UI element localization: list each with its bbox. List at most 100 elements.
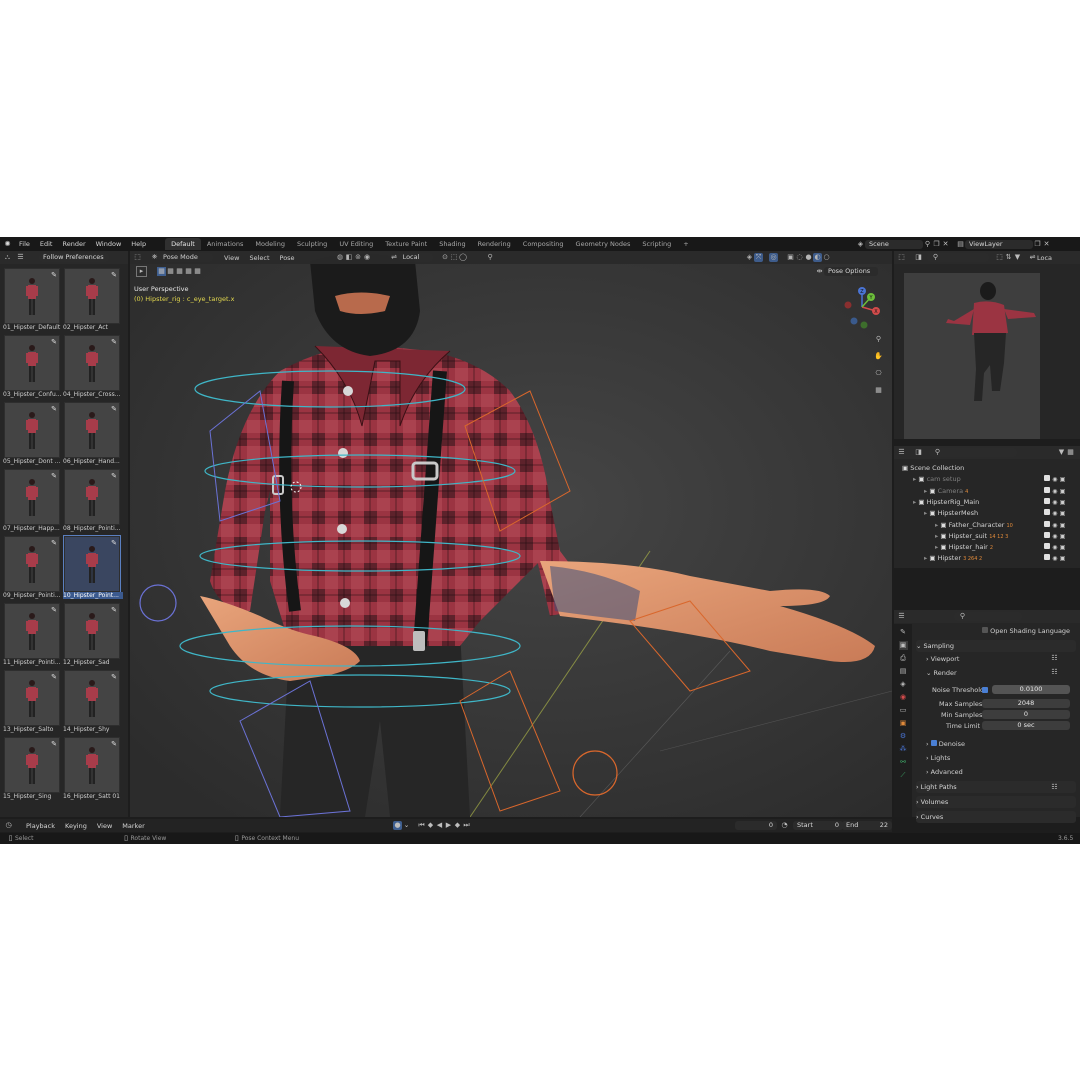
pin-icon[interactable]: ⚲: [923, 240, 932, 249]
close-scene-icon[interactable]: ✕: [941, 240, 950, 249]
viewport-subsection[interactable]: › Viewport: [926, 655, 959, 663]
outliner-row[interactable]: ▸ ▣ Camera 4: [924, 487, 968, 495]
select-mode-invert-icon[interactable]: ▦: [184, 267, 193, 276]
curves-section[interactable]: › Curves: [916, 811, 1076, 823]
eye-icon[interactable]: ◉: [1052, 544, 1057, 551]
orientation-dropdown[interactable]: Local: [398, 253, 433, 262]
mode-dropdown[interactable]: Pose Mode: [159, 253, 213, 262]
osl-checkbox[interactable]: [982, 627, 988, 633]
3d-viewport[interactable]: ⬚ ⛯ Pose Mode View Select Pose ◍ ◧ ⊚ ◉ ⇌ L…: [130, 251, 892, 817]
cage-icon[interactable]: ⊚: [354, 253, 363, 262]
filter-icon[interactable]: ⚲: [486, 253, 495, 262]
asset-thumbnail[interactable]: ✎: [64, 402, 120, 458]
viewport-menu-pose[interactable]: Pose: [275, 254, 300, 262]
eye-icon[interactable]: ◉: [1052, 499, 1057, 506]
workspace-tab-compositing[interactable]: Compositing: [517, 238, 570, 250]
outliner-row[interactable]: ▸ ▣ Father_Character 10: [935, 521, 1013, 529]
play-reverse-icon[interactable]: ◀: [435, 821, 444, 830]
asset-thumbnail[interactable]: ✎: [4, 268, 60, 324]
camera-render-icon[interactable]: ▣: [1060, 555, 1066, 562]
display-mode-icon[interactable]: ◨: [914, 448, 923, 457]
eye-icon[interactable]: ◉: [1052, 533, 1057, 540]
particles-tab-icon[interactable]: ⁂: [899, 745, 908, 754]
workspace-tab-scripting[interactable]: Scripting: [636, 238, 677, 250]
asset-thumbnail[interactable]: ✎: [63, 535, 121, 593]
physics-tab-icon[interactable]: ⚯: [899, 758, 908, 767]
exclude-checkbox[interactable]: [1044, 475, 1050, 482]
pose-options-button[interactable]: Pose Options: [824, 267, 878, 276]
asset-thumbnail[interactable]: ✎: [4, 737, 60, 793]
asset-thumbnail[interactable]: ✎: [64, 603, 120, 659]
camera-render-icon[interactable]: ▣: [1060, 522, 1066, 529]
material-shading-icon[interactable]: ◐: [813, 253, 822, 262]
modifier-tab-icon[interactable]: ⚙: [899, 732, 908, 741]
object-tab-icon[interactable]: ▣: [899, 719, 908, 728]
time-limit-field[interactable]: 0 sec: [982, 721, 1070, 730]
editor-type-icon[interactable]: ⛬: [3, 253, 12, 262]
local-icon[interactable]: ⇌: [390, 253, 399, 262]
mirror-icon[interactable]: ⇹: [815, 267, 824, 276]
tool-select-icon[interactable]: ▸: [136, 266, 147, 277]
exclude-checkbox[interactable]: [1044, 554, 1050, 561]
menu-edit[interactable]: Edit: [35, 240, 58, 248]
transform-icon[interactable]: ◧: [345, 253, 354, 262]
keyframe-options-icon[interactable]: ⌄: [402, 821, 411, 830]
timeline-editor-icon[interactable]: ◷: [4, 821, 13, 830]
asset-thumbnail[interactable]: ✎: [4, 603, 60, 659]
editor-type-icon[interactable]: ☰: [897, 448, 906, 457]
menu-window[interactable]: Window: [91, 240, 127, 248]
view-layer-field[interactable]: ViewLayer: [965, 239, 1033, 249]
properties-search[interactable]: ⚲: [954, 612, 1022, 621]
workspace-tab-shading[interactable]: Shading: [433, 238, 471, 250]
camera-render-icon[interactable]: ▣: [1060, 533, 1066, 540]
scene-tab-icon[interactable]: ◈: [899, 680, 908, 689]
copy-layer-icon[interactable]: ❐: [1033, 240, 1042, 249]
next-keyframe-icon[interactable]: ◆: [453, 821, 462, 830]
outliner-row[interactable]: ▸ ▣ HipsterMesh: [924, 509, 978, 517]
sampling-section[interactable]: ⌄ Sampling: [916, 640, 1076, 652]
sort-icon[interactable]: ⇅: [1004, 253, 1013, 262]
exclude-checkbox[interactable]: [1044, 509, 1050, 516]
asset-thumbnail[interactable]: ✎: [64, 737, 120, 793]
outliner-row[interactable]: ▸ ▣ Hipster 3 264 2: [924, 554, 982, 562]
ortho-grid-icon[interactable]: ▦: [874, 386, 883, 395]
view-layer-tab-icon[interactable]: ▤: [899, 667, 908, 676]
mode-icon[interactable]: ⛯: [150, 253, 159, 262]
advanced-subsection[interactable]: › Advanced: [926, 768, 963, 776]
bone-tab-icon[interactable]: ⟋: [899, 771, 908, 780]
copy-scene-icon[interactable]: ❐: [932, 240, 941, 249]
hamburger-icon[interactable]: ☰: [16, 253, 25, 262]
exclude-checkbox[interactable]: [1044, 486, 1050, 493]
min-samples-field[interactable]: 0: [982, 710, 1070, 719]
editor-type-icon[interactable]: ⬚: [897, 253, 906, 262]
visibility-icon[interactable]: ◈: [745, 253, 754, 262]
solid-shading-icon[interactable]: ●: [804, 253, 813, 262]
volumes-section[interactable]: › Volumes: [916, 796, 1076, 808]
select-mode-extend-icon[interactable]: ▦: [166, 267, 175, 276]
asset-thumbnail[interactable]: ✎: [64, 335, 120, 391]
jump-end-icon[interactable]: ⏭: [462, 821, 471, 830]
asset-thumbnail[interactable]: ✎: [64, 268, 120, 324]
overlay-icon[interactable]: ◎: [769, 253, 778, 262]
camera-render-icon[interactable]: ▣: [1060, 488, 1066, 495]
current-frame-field[interactable]: 0: [735, 821, 777, 830]
workspace-tab-texture-paint[interactable]: Texture Paint: [379, 238, 433, 250]
world-tab-icon[interactable]: ◉: [899, 693, 908, 702]
camera-render-icon[interactable]: ▣: [1060, 544, 1066, 551]
noise-threshold-checkbox[interactable]: [982, 687, 988, 693]
menu-help[interactable]: Help: [126, 240, 151, 248]
outliner-search[interactable]: ⚲: [929, 448, 1017, 457]
asset-thumbnail[interactable]: ✎: [4, 536, 60, 592]
preview-search[interactable]: ⚲: [927, 253, 989, 262]
workspace-tab-modeling[interactable]: Modeling: [249, 238, 291, 250]
eye-icon[interactable]: ◉: [1052, 510, 1057, 517]
record-icon[interactable]: ●: [393, 821, 402, 830]
editor-type-icon[interactable]: ⬚: [133, 253, 142, 262]
select-mode-intersect-icon[interactable]: ▦: [193, 267, 202, 276]
jump-start-icon[interactable]: ⏮: [417, 821, 426, 830]
local-icon[interactable]: ⇌: [1028, 253, 1037, 262]
scene-icon[interactable]: ◈: [856, 240, 865, 249]
denoise-checkbox[interactable]: [930, 740, 937, 746]
prev-keyframe-icon[interactable]: ◆: [426, 821, 435, 830]
eye-icon[interactable]: ◉: [1052, 476, 1057, 483]
